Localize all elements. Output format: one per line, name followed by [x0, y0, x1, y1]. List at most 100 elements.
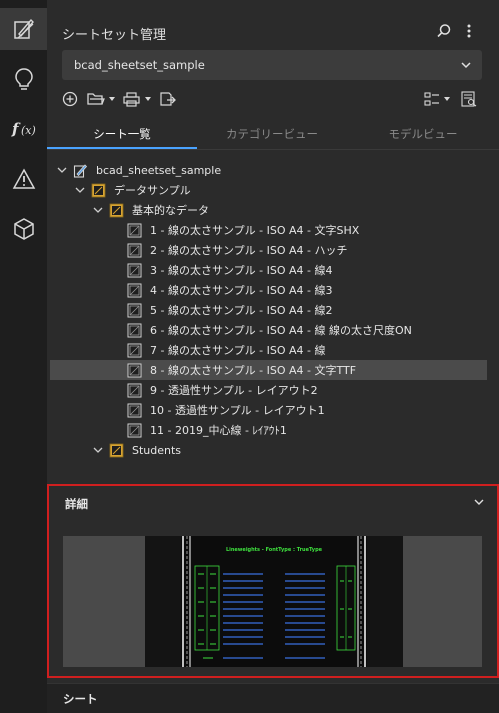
- sheet-icon: [127, 223, 142, 238]
- block-library-button[interactable]: [0, 208, 47, 250]
- sheet-label: 9 - 透過性サンプル - レイアウト2: [150, 384, 318, 397]
- sheet-icon: [127, 343, 142, 358]
- sheet-tree: bcad_sheetset_sample データサンプル 基本的なデータ 1 -…: [47, 160, 499, 480]
- sheetset-manager-panel: シートセット管理 bcad_sheetset_sample シート一覧 カテゴリ…: [47, 0, 499, 713]
- sheet-section[interactable]: シート: [47, 683, 499, 713]
- sheetset-dropdown-value: bcad_sheetset_sample: [74, 58, 205, 72]
- sheet-item[interactable]: 11 - 2019_中心線 - ﾚｲｱｳﾄ1: [109, 420, 487, 440]
- more-options-button[interactable]: [460, 22, 478, 40]
- sheet-label: 11 - 2019_中心線 - ﾚｲｱｳﾄ1: [150, 424, 287, 437]
- sheet-icon: [127, 383, 142, 398]
- preview-drawing-art: Lineweights - FontType : TrueType: [181, 536, 367, 667]
- kebab-menu-icon: [467, 24, 471, 38]
- dropdown-arrow-icon: [145, 97, 151, 101]
- sheet-label: 6 - 線の太さサンプル - ISO A4 - 線 線の太さ尺度ON: [150, 324, 412, 337]
- sheet-item[interactable]: 6 - 線の太さサンプル - ISO A4 - 線 線の太さ尺度ON: [109, 320, 487, 340]
- plotter-icon: [123, 92, 140, 107]
- tree-group-label: データサンプル: [114, 184, 191, 197]
- svg-text:(x): (x): [21, 124, 36, 137]
- function-icon: f (x): [11, 120, 36, 138]
- publish-button[interactable]: [123, 89, 152, 109]
- sheet-label: 5 - 線の太さサンプル - ISO A4 - 線2: [150, 304, 333, 317]
- sheet-item[interactable]: 10 - 透過性サンプル - レイアウト1: [109, 400, 487, 420]
- sheet-item[interactable]: 3 - 線の太さサンプル - ISO A4 - 線4: [109, 260, 487, 280]
- sheet-section-label: シート: [63, 692, 98, 706]
- panel-toolbar: [62, 89, 482, 109]
- preview-title: Lineweights - FontType : TrueType: [226, 547, 323, 553]
- sheet-icon: [127, 303, 142, 318]
- tree-students-label: Students: [132, 443, 182, 457]
- tree-students-item[interactable]: Students: [91, 440, 487, 460]
- warning-button[interactable]: [0, 158, 47, 200]
- chevron-down-icon[interactable]: [55, 163, 69, 177]
- tips-button[interactable]: [0, 58, 47, 100]
- tree-root-label: bcad_sheetset_sample: [96, 163, 222, 177]
- new-sheetset-button[interactable]: [62, 89, 78, 109]
- function-button[interactable]: f (x): [0, 108, 47, 150]
- cube-icon: [13, 218, 34, 240]
- sheet-icon: [127, 243, 142, 258]
- sheet-icon: [127, 283, 142, 298]
- tree-subgroup-label: 基本的なデータ: [132, 204, 209, 217]
- sheet-label: 10 - 透過性サンプル - レイアウト1: [150, 404, 325, 417]
- add-circle-icon: [62, 91, 78, 107]
- sheet-icon: [127, 403, 142, 418]
- sheet-item[interactable]: 1 - 線の太さサンプル - ISO A4 - 文字SHX: [109, 220, 487, 240]
- chevron-down-icon[interactable]: [73, 183, 87, 197]
- chevron-down-icon: [461, 62, 471, 69]
- sheet-label: 4 - 線の太さサンプル - ISO A4 - 線3: [150, 284, 333, 297]
- sheet-item[interactable]: 7 - 線の太さサンプル - ISO A4 - 線: [109, 340, 487, 360]
- tree-subgroup-item[interactable]: 基本的なデータ: [91, 200, 487, 220]
- dropdown-arrow-icon: [109, 97, 115, 101]
- sheet-label: 7 - 線の太さサンプル - ISO A4 - 線: [150, 344, 326, 357]
- search-button[interactable]: [435, 22, 453, 40]
- sheetset-manager-button[interactable]: [0, 8, 47, 50]
- export-icon: [160, 92, 176, 106]
- sheet-icon: [127, 423, 142, 438]
- dropdown-arrow-icon: [444, 97, 450, 101]
- lightbulb-icon: [14, 68, 33, 90]
- list-view-icon: [424, 92, 439, 106]
- active-tab-indicator: [47, 147, 197, 149]
- sheet-preview: Lineweights - FontType : TrueType: [63, 536, 482, 667]
- view-tabs: シート一覧 カテゴリービュー モデルビュー: [47, 119, 499, 149]
- sheet-label: 8 - 線の太さサンプル - ISO A4 - 文字TTF: [150, 364, 357, 377]
- subset-icon: [109, 443, 124, 458]
- subset-icon: [91, 183, 106, 198]
- panel-title: シートセット管理: [62, 28, 167, 43]
- chevron-down-icon[interactable]: [91, 203, 105, 217]
- folder-icon: [87, 93, 105, 105]
- tab-divider: [47, 149, 499, 150]
- tab-sheet-list[interactable]: シート一覧: [47, 119, 197, 149]
- svg-text:f: f: [11, 120, 21, 138]
- sheet-item[interactable]: 4 - 線の太さサンプル - ISO A4 - 線3: [109, 280, 487, 300]
- preview-toggle-button[interactable]: [461, 89, 477, 109]
- tab-category-view[interactable]: カテゴリービュー: [197, 119, 347, 149]
- sheet-label: 2 - 線の太さサンプル - ISO A4 - ハッチ: [150, 244, 348, 257]
- sheet-icon: [127, 363, 142, 378]
- sheetset-dropdown[interactable]: bcad_sheetset_sample: [62, 50, 482, 80]
- export-button[interactable]: [159, 89, 177, 109]
- chevron-down-icon[interactable]: [473, 496, 485, 508]
- sheet-label: 3 - 線の太さサンプル - ISO A4 - 線4: [150, 264, 333, 277]
- left-toolbar: f (x): [0, 0, 47, 713]
- preview-drawing: Lineweights - FontType : TrueType: [145, 536, 403, 667]
- tree-group-item[interactable]: データサンプル: [73, 180, 487, 200]
- sheet-item-selected[interactable]: 8 - 線の太さサンプル - ISO A4 - 文字TTF: [50, 360, 487, 380]
- search-icon: [437, 24, 451, 38]
- sheet-item[interactable]: 9 - 透過性サンプル - レイアウト2: [109, 380, 487, 400]
- detail-title: 詳細: [65, 497, 88, 511]
- subset-icon: [109, 203, 124, 218]
- open-button[interactable]: [87, 89, 116, 109]
- chevron-down-icon[interactable]: [91, 443, 105, 457]
- view-options-button[interactable]: [424, 89, 451, 109]
- tree-root-item[interactable]: bcad_sheetset_sample: [55, 160, 487, 180]
- sheet-icon: [127, 323, 142, 338]
- sheet-label: 1 - 線の太さサンプル - ISO A4 - 文字SHX: [150, 224, 360, 237]
- tab-model-view[interactable]: モデルビュー: [347, 119, 499, 149]
- sheetset-icon: [73, 163, 88, 178]
- sheet-icon: [127, 263, 142, 278]
- detail-view-icon: [461, 91, 477, 107]
- sheet-item[interactable]: 5 - 線の太さサンプル - ISO A4 - 線2: [109, 300, 487, 320]
- sheet-item[interactable]: 2 - 線の太さサンプル - ISO A4 - ハッチ: [109, 240, 487, 260]
